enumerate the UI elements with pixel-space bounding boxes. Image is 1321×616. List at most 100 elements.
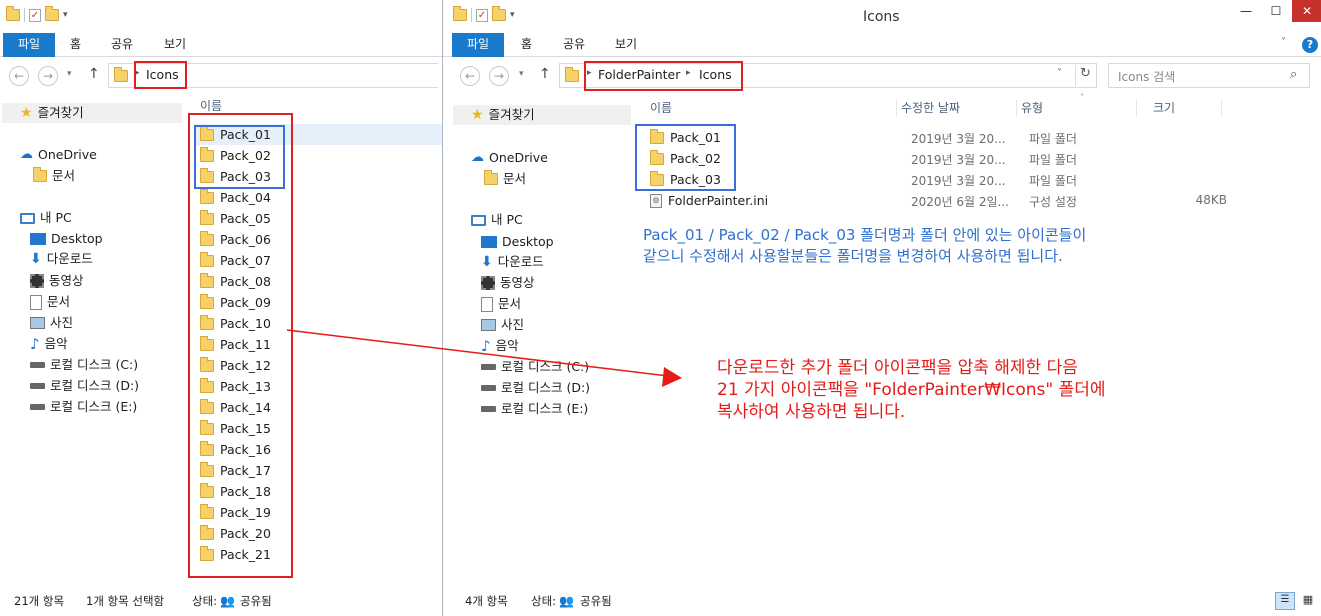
nav-label: 음악 [495,338,519,353]
file-list: 이름 수정한 날짜 유형 ˄ 크기 Pack_01 2019년 3월 20... 파… [633,93,1321,586]
nav-disk-e[interactable]: 로컬 디스크 (E:) [481,399,588,419]
drive-icon [481,406,496,412]
nav-label: 내 PC [491,212,523,227]
sort-ascending-icon: ˄ [1080,93,1084,102]
tab-file[interactable]: 파일 [452,33,504,57]
properties-icon[interactable]: ✓ [29,8,41,22]
nav-label: 다운로드 [46,251,93,266]
tab-home[interactable]: 홈 [521,33,532,57]
state-value: 공유됨 [240,594,272,608]
back-button[interactable]: ← [460,66,480,86]
qat-dropdown-icon[interactable]: ▾ [510,10,515,20]
nav-disk-e[interactable]: 로컬 디스크 (E:) [30,397,137,417]
column-header-type[interactable]: 유형 [1021,97,1043,119]
tab-home[interactable]: 홈 [70,33,81,57]
status-bar: 21개 항목 1개 항목 선택함 상태: 👥 공유됨 [0,586,442,616]
folder-icon [6,6,20,21]
download-icon: ⬇ [481,254,493,270]
nav-videos[interactable]: 동영상 [481,273,535,293]
nav-documents[interactable]: 문서 [30,292,70,312]
nav-desktop[interactable]: Desktop [30,229,103,249]
file-modified: 2019년 3월 20... [911,132,1006,146]
column-header-modified[interactable]: 수정한 날짜 [901,97,960,119]
nav-downloads[interactable]: ⬇ 다운로드 [481,252,544,272]
tab-share[interactable]: 공유 [111,33,133,57]
nav-label: 사진 [501,317,525,332]
nav-label: 문서 [47,294,71,309]
nav-videos[interactable]: 동영상 [30,271,84,291]
large-icons-view-icon[interactable]: ▦ [1298,592,1318,610]
tab-file[interactable]: 파일 [3,33,55,57]
nav-disk-d[interactable]: 로컬 디스크 (D:) [481,378,590,398]
back-button[interactable]: ← [9,66,29,86]
refresh-icon[interactable]: ↻ [1080,66,1091,81]
users-icon: 👥 [220,594,235,608]
column-header-name[interactable]: 이름 [650,97,672,119]
column-divider [1136,100,1137,116]
nav-favorites[interactable]: ★ 즐겨찾기 [20,103,84,123]
folder-icon [484,170,498,185]
file-modified: 2019년 3월 20... [911,174,1006,188]
close-button[interactable]: ✕ [1292,0,1321,22]
nav-downloads[interactable]: ⬇ 다운로드 [30,249,93,269]
nav-music[interactable]: ♪ 음악 [30,334,68,354]
music-icon: ♪ [481,337,491,355]
forward-button[interactable]: → [38,66,58,86]
qat-dropdown-icon[interactable]: ▾ [63,10,68,20]
nav-onedrive-docs[interactable]: 문서 [484,169,526,189]
nav-label: 로컬 디스크 (D:) [50,378,140,393]
cloud-icon: ☁ [20,147,33,162]
nav-pictures[interactable]: 사진 [30,313,73,333]
column-header-size[interactable]: 크기 [1153,97,1175,119]
tab-view[interactable]: 보기 [164,33,186,57]
nav-desktop[interactable]: Desktop [481,232,554,252]
nav-favorites[interactable]: ★ 즐겨찾기 [471,105,535,125]
nav-onedrive[interactable]: ☁ OneDrive [471,148,548,168]
nav-onedrive-docs[interactable]: 문서 [33,166,75,186]
minimize-button[interactable]: — [1231,0,1261,22]
details-view-icon[interactable]: ☰ [1275,592,1295,610]
expand-ribbon-icon[interactable]: ˅ [1281,37,1286,48]
folder-icon [565,67,579,82]
nav-disk-c[interactable]: 로컬 디스크 (C:) [30,355,138,375]
recent-dropdown-icon[interactable]: ▾ [67,69,72,79]
nav-this-pc[interactable]: 내 PC [471,210,523,230]
maximize-button[interactable]: ☐ [1261,0,1291,22]
address-bar-area: ← → ▾ ↑ ▸ Icons [0,57,442,95]
picture-icon [481,319,496,331]
explorer-window-left: ✓ ▾ 파일 홈 공유 보기 ← → ▾ ↑ ▸ Icons ★ 즐겨찾기 ☁ On… [0,0,442,616]
column-divider [896,100,897,116]
recent-dropdown-icon[interactable]: ▾ [519,69,524,79]
nav-onedrive[interactable]: ☁ OneDrive [20,145,97,165]
nav-label: 문서 [498,296,522,311]
up-arrow-icon[interactable]: ↑ [539,66,551,82]
navigation-pane: ★ 즐겨찾기 ☁ OneDrive 문서 내 PC Desktop ⬇ 다운로드 동영… [0,95,185,586]
nav-label: 문서 [503,171,527,186]
file-type: 파일 폴더 [1029,174,1077,188]
search-box[interactable]: Icons 검색 ⌕ [1108,63,1310,88]
nav-documents[interactable]: 문서 [481,294,521,314]
up-arrow-icon[interactable]: ↑ [88,66,100,82]
nav-pictures[interactable]: 사진 [481,315,524,335]
list-item[interactable]: ⚙ FolderPainter.ini [650,190,768,211]
nav-disk-c[interactable]: 로컬 디스크 (C:) [481,357,589,377]
state-label: 상태: [531,594,557,608]
properties-icon[interactable]: ✓ [476,8,488,22]
nav-label: 문서 [52,168,76,183]
users-icon: 👥 [559,594,574,608]
help-icon[interactable]: ? [1302,37,1318,53]
forward-button[interactable]: → [489,66,509,86]
tab-view[interactable]: 보기 [615,33,637,57]
window-title: Icons [863,9,900,25]
highlight-box-red [188,113,293,578]
annotation-blue-line2: 같으니 수정해서 사용할분들은 폴더명을 변경하여 사용하면 됩니다. [643,247,1063,265]
search-icon[interactable]: ⌕ [1290,67,1297,82]
address-dropdown-icon[interactable]: ˅ [1057,68,1062,79]
nav-disk-d[interactable]: 로컬 디스크 (D:) [30,376,139,396]
tab-share[interactable]: 공유 [563,33,585,57]
new-folder-icon[interactable] [492,6,506,21]
nav-music[interactable]: ♪ 음악 [481,336,519,356]
music-icon: ♪ [30,335,40,353]
new-folder-icon[interactable] [45,6,59,21]
nav-this-pc[interactable]: 내 PC [20,208,72,228]
